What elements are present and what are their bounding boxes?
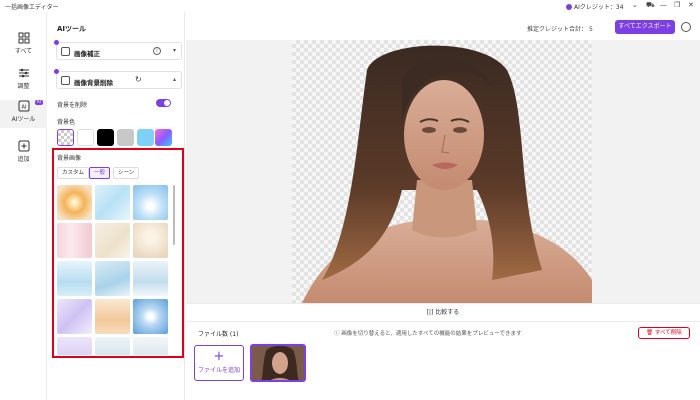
bg-thumbnail[interactable] <box>95 261 130 296</box>
ai-dot-icon <box>54 69 59 74</box>
delete-all-button[interactable]: 🗑 すべて削除 <box>638 327 690 339</box>
ai-tools-icon: AI <box>18 100 30 112</box>
enhance-icon <box>61 47 70 56</box>
compare-bar: [|] 比較する <box>186 303 700 321</box>
refresh-icon[interactable]: ↻ <box>135 75 142 84</box>
app-title: 一括画像エディター <box>5 4 59 11</box>
bg-thumbnail[interactable] <box>133 337 168 355</box>
portrait-photo <box>302 45 592 303</box>
swatch-white[interactable] <box>77 129 94 146</box>
bg-thumbnail[interactable] <box>57 261 92 296</box>
tab-general[interactable]: 一般 <box>89 167 111 179</box>
chevron-down-icon[interactable]: ⌄ <box>632 1 638 9</box>
credit-icon <box>566 4 572 10</box>
trash-icon: 🗑 <box>646 330 654 336</box>
cart-icon[interactable]: ⛟ <box>646 1 655 10</box>
swatch-transparent[interactable] <box>57 129 74 146</box>
restore-icon[interactable]: ❐ <box>674 1 680 9</box>
ai-credits: AIクレジット：34 <box>566 2 624 11</box>
ai-dot-icon <box>54 40 59 45</box>
rail-label: すべて <box>14 48 33 55</box>
export-all-button[interactable]: すべてエクスポート <box>615 20 675 34</box>
file-count: ファイル数 (1) <box>198 331 239 338</box>
add-file-button[interactable]: + ファイルを追加 <box>194 345 244 381</box>
delete-all-label: すべて削除 <box>654 330 682 336</box>
rail-item-ai-tools[interactable]: AI AI AIツール <box>0 100 47 128</box>
preview-image <box>292 40 592 303</box>
swatch-blue[interactable] <box>137 129 154 146</box>
left-rail: すべて 調整 AI AI AIツール 追加 <box>0 12 47 400</box>
bg-thumbnail[interactable] <box>95 185 130 220</box>
thumbnail-scrollbar[interactable] <box>173 185 175 245</box>
bg-thumbnail[interactable] <box>95 299 130 334</box>
tool-remove-background[interactable]: 画像背景削除 ↻ ▴ <box>54 69 182 89</box>
remove-bg-toggle[interactable] <box>156 99 171 107</box>
close-icon[interactable]: ✕ <box>688 1 694 9</box>
swatch-gradient[interactable] <box>155 129 172 146</box>
minimize-icon[interactable]: — <box>660 1 667 9</box>
rail-item-all[interactable]: すべて <box>0 32 47 60</box>
info-icon: ⓘ <box>334 331 340 337</box>
bg-thumbnail[interactable] <box>133 261 168 296</box>
tool-image-enhance[interactable]: 画像補正 i ▾ <box>54 40 182 60</box>
credits-label: AIクレジット： <box>574 4 616 11</box>
bg-thumbnail[interactable] <box>95 223 130 258</box>
tab-scene[interactable]: シーン <box>113 167 140 179</box>
compare-icon[interactable]: [|] <box>427 309 434 316</box>
rail-label: 追加 <box>17 156 30 163</box>
add-file-label: ファイルを追加 <box>197 367 240 374</box>
settings-icon[interactable] <box>681 22 691 32</box>
bg-thumbnail[interactable] <box>57 185 92 220</box>
tool-label: 画像背景削除 <box>74 79 113 87</box>
compare-button[interactable]: 比較する <box>435 309 459 316</box>
panel-title: AIツール <box>57 25 87 33</box>
preview-hint: ⓘ 画像を切り替えると、適用したすべての機能の結果をプレビューできます <box>334 329 521 337</box>
bg-thumbnail[interactable] <box>57 299 92 334</box>
tool-label: 画像補正 <box>74 50 100 58</box>
swatch-gray[interactable] <box>117 129 134 146</box>
rail-label: AIツール <box>11 116 36 123</box>
estimate-value: 5 <box>588 26 593 33</box>
svg-text:AI: AI <box>21 105 26 111</box>
grid-icon <box>18 32 30 44</box>
title-bar: 一括画像エディター AIクレジット：34 ⌄ ⛟ — ❐ ✕ <box>0 0 700 12</box>
bg-color-label: 背景色 <box>57 119 76 126</box>
tab-custom[interactable]: カスタム <box>57 167 90 179</box>
bg-thumbnail[interactable] <box>133 185 168 220</box>
bg-thumbnail[interactable] <box>95 337 130 355</box>
hint-text: 画像を切り替えると、適用したすべての機能の結果をプレビューできます <box>341 331 522 337</box>
chevron-up-icon[interactable]: ▴ <box>173 76 176 83</box>
remove-bg-label: 背景を削除 <box>57 102 88 109</box>
window-controls: ⌄ ⛟ — ❐ ✕ <box>632 1 698 11</box>
files-bar: ファイル数 (1) ⓘ 画像を切り替えると、適用したすべての機能の結果をプレビュ… <box>186 321 700 400</box>
info-icon[interactable]: i <box>153 47 161 55</box>
sliders-icon <box>18 67 30 79</box>
preview-canvas <box>186 40 700 303</box>
remove-bg-icon <box>61 76 70 85</box>
rail-item-add[interactable]: 追加 <box>0 140 47 168</box>
rail-label: 調整 <box>17 83 30 90</box>
file-thumbnail-image <box>252 346 304 380</box>
bg-thumbnail[interactable] <box>57 337 92 355</box>
swatch-black[interactable] <box>97 129 114 146</box>
credits-value: 34 <box>615 4 624 11</box>
file-thumbnail[interactable] <box>250 344 306 382</box>
add-square-icon <box>18 140 30 152</box>
bg-thumbnail[interactable] <box>57 223 92 258</box>
bg-thumbnail[interactable] <box>133 223 168 258</box>
estimate-label: 推定クレジット合計： <box>527 26 588 33</box>
chevron-down-icon[interactable]: ▾ <box>173 47 176 54</box>
ai-badge: AI <box>34 100 43 105</box>
rail-item-adjust[interactable]: 調整 <box>0 67 47 95</box>
plus-icon: + <box>213 349 225 364</box>
estimated-credits: 推定クレジット合計： 5 <box>527 24 593 33</box>
bg-thumbnail[interactable] <box>133 299 168 334</box>
